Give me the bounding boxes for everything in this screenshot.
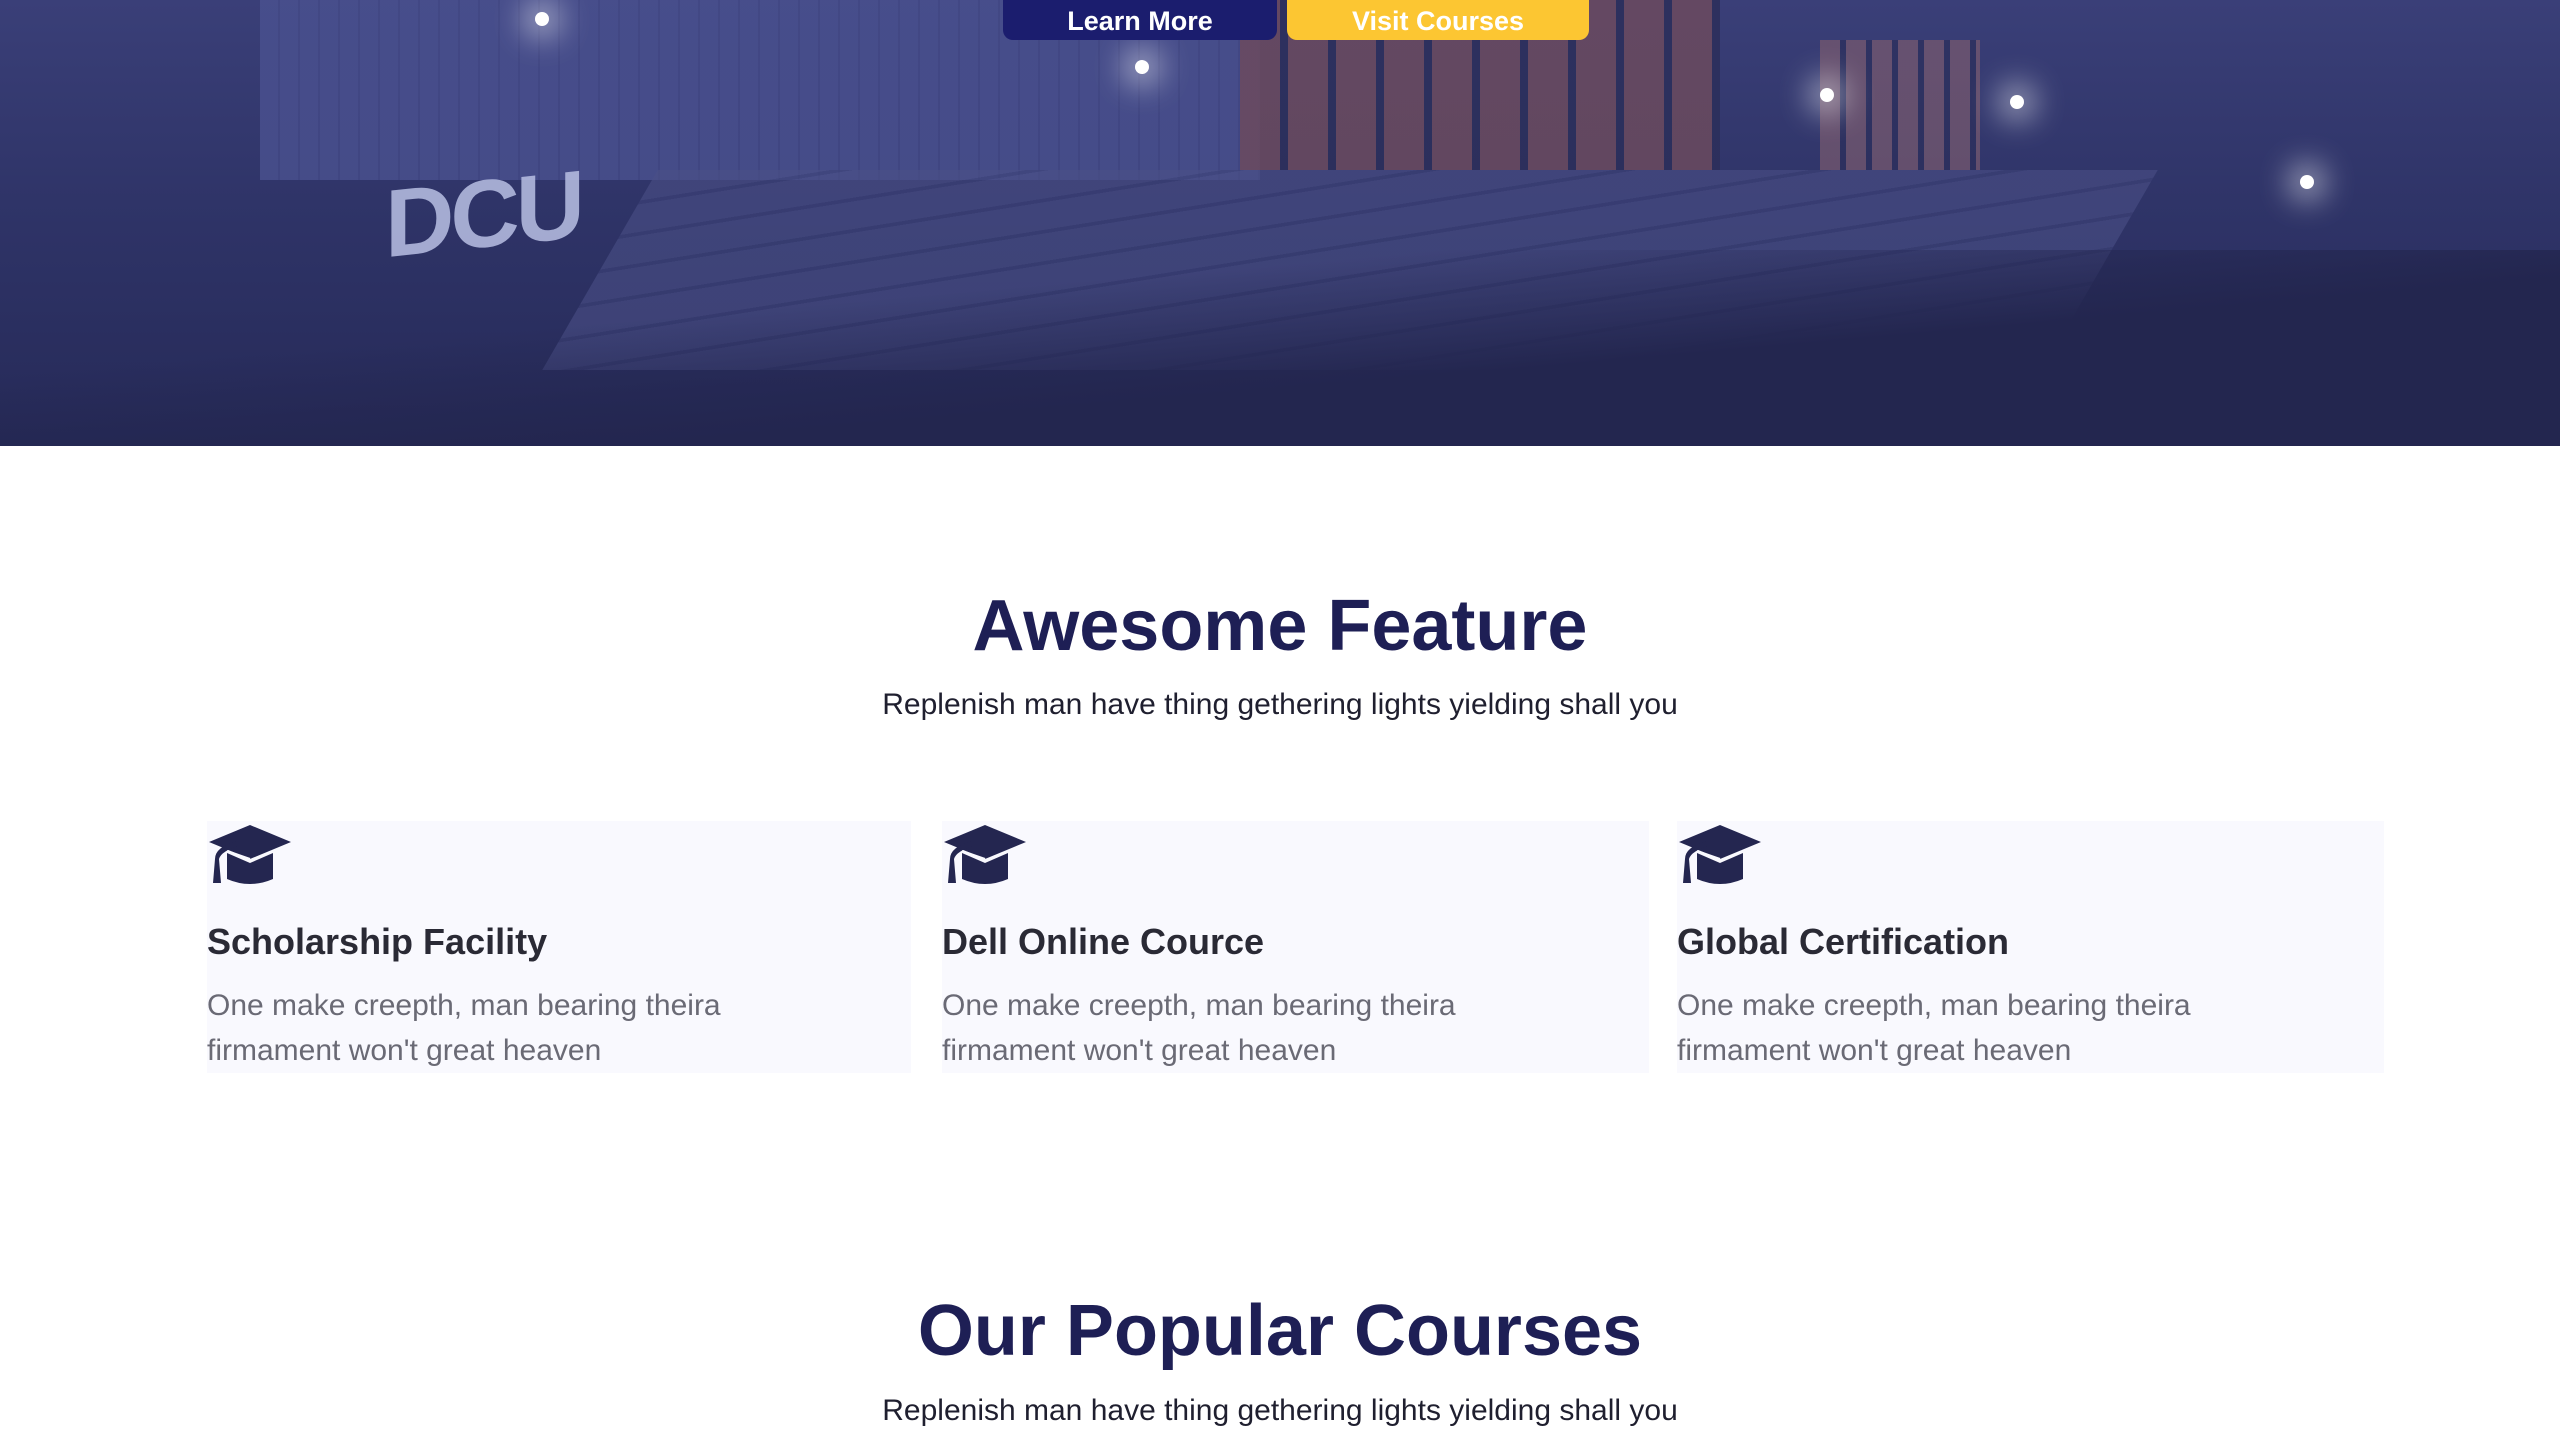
lamp-light xyxy=(2300,175,2314,189)
lamp-light xyxy=(535,12,549,26)
learn-more-label: Learn More xyxy=(1067,6,1213,36)
lamp-light xyxy=(2010,95,2024,109)
feature-title: Global Certification xyxy=(1677,921,2010,962)
visit-courses-label: Visit Courses xyxy=(1351,6,1525,36)
feature-card: Dell Online Cource One make creepth, man… xyxy=(942,821,1649,1073)
features-subtitle: Replenish man have thing gethering light… xyxy=(882,688,1678,721)
visit-courses-button[interactable]: Visit Courses xyxy=(1287,0,1589,40)
feature-description: One make creepth, man bearing theira fir… xyxy=(1677,989,2191,1067)
lamp-light xyxy=(1820,88,1834,102)
graduation-cap-icon xyxy=(944,825,1026,884)
hero-glass-facade xyxy=(1820,40,1980,170)
features-title: Awesome Feature xyxy=(972,586,1588,666)
graduation-cap-icon xyxy=(1679,825,1761,884)
feature-title: Dell Online Cource xyxy=(942,921,1265,962)
learn-more-button[interactable]: Learn More xyxy=(1003,0,1277,40)
hero-banner: DCU Learn More Visit Courses xyxy=(0,0,2560,446)
graduation-cap-icon xyxy=(209,825,291,884)
feature-title: Scholarship Facility xyxy=(207,921,548,962)
feature-description: One make creepth, man bearing theira fir… xyxy=(942,989,1456,1067)
feature-card: Scholarship Facility One make creepth, m… xyxy=(207,821,911,1073)
courses-subtitle: Replenish man have thing gethering light… xyxy=(882,1394,1678,1427)
feature-description: One make creepth, man bearing theira fir… xyxy=(207,989,721,1067)
feature-card: Global Certification One make creepth, m… xyxy=(1677,821,2384,1073)
hero-ground xyxy=(0,250,2560,446)
hero-campus-sign: DCU xyxy=(385,150,581,279)
lamp-light xyxy=(1135,60,1149,74)
courses-title: Our Popular Courses xyxy=(917,1291,1643,1371)
